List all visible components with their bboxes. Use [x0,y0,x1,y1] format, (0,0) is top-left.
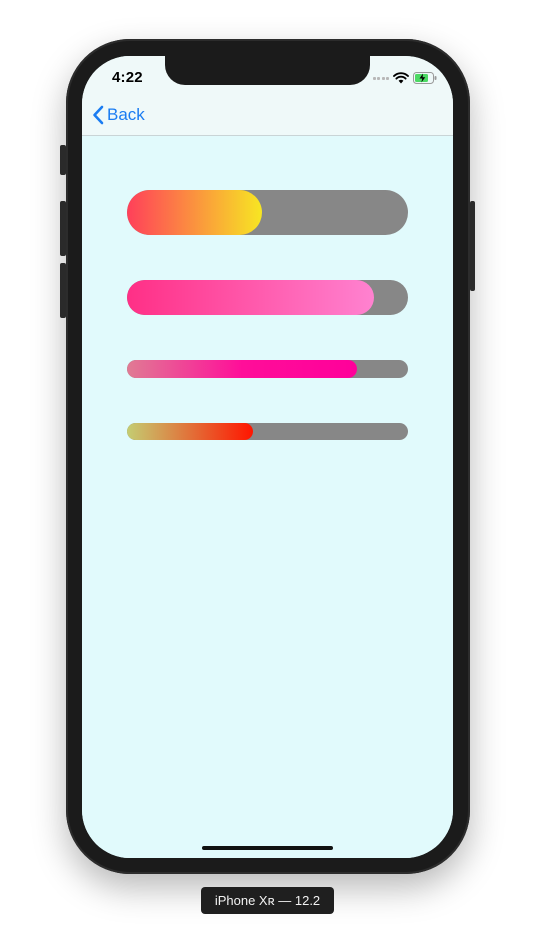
progress-bar-4 [127,423,408,440]
back-button-label: Back [107,105,145,124]
cellular-signal-icon [372,76,389,80]
simulator-stage: 4:22 Back iPhone Xʀ — 12.2 [0,0,535,950]
volume-down-button [60,263,66,318]
volume-up-button [60,201,66,256]
device-screen: 4:22 Back [82,56,453,858]
battery-charging-icon [413,72,437,84]
navigation-bar: Back [82,100,453,136]
progress-bar-1-fill [127,190,262,235]
content-area [82,136,453,858]
back-button[interactable]: Back [92,105,145,125]
home-indicator[interactable] [202,846,333,850]
status-time: 4:22 [112,69,143,86]
power-button [470,201,475,291]
progress-bar-2-fill [127,280,375,315]
display-notch [165,56,370,85]
progress-bar-3 [127,360,408,378]
device-label: iPhone Xʀ — 12.2 [201,887,334,914]
progress-bar-1 [127,190,408,235]
silent-switch [60,145,66,175]
progress-bar-3-fill [127,360,358,378]
progress-bar-2 [127,280,408,315]
status-icons [372,71,438,85]
chevron-left-icon [93,105,104,125]
progress-bar-4-fill [127,423,254,440]
wifi-icon [393,72,409,84]
